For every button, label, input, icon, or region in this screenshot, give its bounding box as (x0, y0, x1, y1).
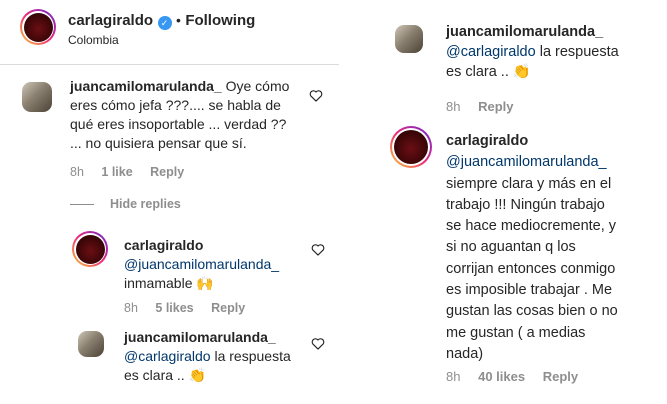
comment-text-line-1: Oye cómo (225, 78, 290, 94)
reply-juan-mention[interactable]: @carlagiraldo (446, 44, 536, 60)
post-header: carlagiraldo ✓ • Following (68, 12, 255, 30)
reply-carla-line-7: gustan las cosas bien o no (446, 303, 618, 320)
left-comments-panel: carlagiraldo ✓ • Following Colombia juan… (0, 0, 339, 404)
heart-outline-icon[interactable] (311, 243, 325, 256)
comment-text-line-2: eres cómo jefa ???.... se habla de (70, 97, 281, 113)
header-divider (0, 64, 339, 65)
heart-outline-icon[interactable] (311, 337, 325, 350)
following-button[interactable]: Following (185, 12, 255, 29)
reply-1-body: carlagiraldo @juancamilomarulanda_ inmam… (124, 236, 304, 293)
reply-carla-likes[interactable]: 40 likes (478, 369, 525, 384)
commenter-avatar[interactable] (22, 82, 52, 112)
reply-juan-time: 8h (446, 99, 461, 114)
reply-carla-line-9: nada) (446, 345, 484, 362)
reply-juan-text-2: es clara .. 👏 (446, 64, 531, 80)
comment-body: juancamilomarulanda_ Oye cómo eres cómo … (70, 77, 315, 153)
post-author-avatar[interactable] (20, 9, 56, 45)
reply-carla-line-8: me gustan ( a medias (446, 324, 586, 341)
reply-carla-line-5: corrijan entonces conmigo (446, 260, 616, 277)
reply-juan-meta: 8h Reply (446, 99, 528, 114)
reply-1-time: 8h (124, 301, 138, 315)
reply-juan-avatar[interactable] (395, 25, 423, 53)
reply-carla-line-1: siempre clara y más en el (446, 175, 612, 192)
right-comments-panel: juancamilomarulanda_ @carlagiraldo la re… (373, 0, 667, 404)
reply-carla-meta: 8h 40 likes Reply (446, 369, 592, 384)
header-separator: • (175, 12, 181, 28)
reply-1-reply-button[interactable]: Reply (211, 301, 245, 315)
comment-reply-button[interactable]: Reply (150, 165, 184, 179)
comment-time: 8h (70, 165, 84, 179)
hide-replies-line (70, 204, 94, 205)
reply-carla-username[interactable]: carlagiraldo (446, 133, 528, 149)
reply-juan-body: juancamilomarulanda_ @carlagiraldo la re… (446, 22, 656, 82)
comment-username[interactable]: juancamilomarulanda_ (70, 78, 222, 94)
post-location[interactable]: Colombia (68, 33, 119, 47)
comment-likes[interactable]: 1 like (101, 165, 132, 179)
reply-carla-avatar[interactable] (390, 126, 432, 168)
reply-1-text: inmamable 🙌 (124, 275, 214, 291)
reply-carla-mention[interactable]: @juancamilomarulanda_ (446, 154, 607, 170)
comment-meta: 8h 1 like Reply (70, 165, 198, 179)
reply-carla-line-3: se hace mediocremente, y (446, 218, 617, 235)
reply-2-body: juancamilomarulanda_ @carlagiraldo la re… (124, 328, 314, 385)
comment-text-line-4: ... no quisiera pensar que sí. (70, 135, 247, 151)
heart-outline-icon[interactable] (309, 89, 323, 102)
reply-juan-username[interactable]: juancamilomarulanda_ (446, 24, 603, 40)
reply-2-username[interactable]: juancamilomarulanda_ (124, 329, 276, 345)
reply-1-mention[interactable]: @juancamilomarulanda_ (124, 256, 279, 272)
reply-carla-line-2: trabajo !!! Ningún trabajo (446, 196, 605, 213)
comment-text-line-3: qué eres insoportable ... verdad ?? (70, 116, 287, 132)
reply-carla-body: carlagiraldo @juancamilomarulanda_ siemp… (446, 131, 661, 365)
reply-carla-reply-button[interactable]: Reply (543, 369, 578, 384)
reply-1-likes[interactable]: 5 likes (155, 301, 193, 315)
reply-2-avatar[interactable] (78, 331, 104, 357)
reply-1-meta: 8h 5 likes Reply (124, 301, 259, 315)
reply-carla-line-6: es imposible trabajar . Me (446, 282, 613, 299)
reply-carla-time: 8h (446, 369, 461, 384)
reply-carla-line-4: si no aguantan q los (446, 239, 576, 256)
reply-2-text-2: es clara .. 👏 (124, 367, 207, 383)
reply-juan-reply-button[interactable]: Reply (478, 99, 513, 114)
reply-2-text-1: la respuesta (210, 348, 291, 364)
hide-replies-button[interactable]: Hide replies (110, 197, 181, 211)
reply-juan-text-1: la respuesta (535, 44, 619, 60)
reply-2-mention[interactable]: @carlagiraldo (124, 348, 211, 364)
post-author-username[interactable]: carlagiraldo (68, 12, 153, 29)
reply-author-avatar[interactable] (72, 231, 108, 267)
reply-1-username[interactable]: carlagiraldo (124, 237, 203, 253)
verified-badge-icon: ✓ (157, 16, 172, 30)
